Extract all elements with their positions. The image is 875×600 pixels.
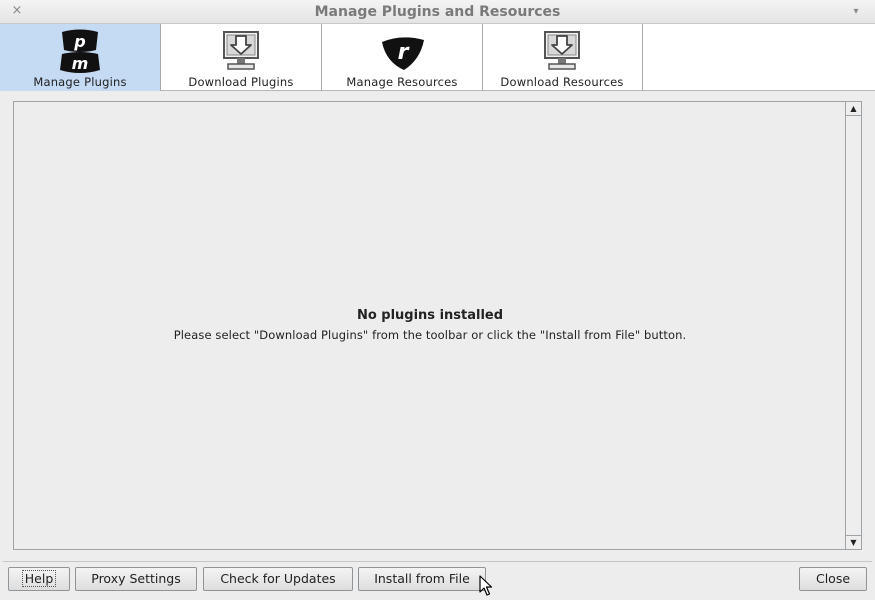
download-icon	[223, 31, 259, 70]
help-button[interactable]: Help	[8, 567, 70, 591]
window-title: Manage Plugins and Resources	[314, 4, 561, 20]
window-menu-icon[interactable]: ▾	[849, 5, 863, 19]
tab-manage-resources[interactable]: r Manage Resources	[322, 24, 483, 91]
download-icon	[544, 31, 580, 70]
tab-label: Download Plugins	[188, 75, 294, 89]
scroll-up-icon[interactable]: ▲	[846, 102, 861, 116]
empty-state-title: No plugins installed	[356, 308, 504, 323]
empty-state-message: Please select "Download Plugins" from th…	[173, 328, 687, 342]
svg-text:p: p	[73, 32, 85, 51]
mouse-cursor-icon	[479, 575, 493, 596]
tab-download-resources[interactable]: Download Resources	[482, 24, 643, 91]
plugin-manager-logo-icon: p m	[60, 29, 100, 73]
scroll-down-icon[interactable]: ▼	[846, 535, 861, 549]
tab-download-plugins[interactable]: Download Plugins	[161, 24, 322, 91]
tab-label: Download Resources	[500, 75, 624, 89]
toolbar: p m Manage Plugins Download Plugins r Ma…	[0, 24, 875, 91]
title-bar: × Manage Plugins and Resources ▾	[0, 0, 875, 24]
proxy-settings-button[interactable]: Proxy Settings	[75, 567, 197, 591]
resource-manager-logo-icon: r	[382, 37, 424, 70]
check-for-updates-button[interactable]: Check for Updates	[203, 567, 353, 591]
vertical-scrollbar[interactable]: ▲ ▼	[845, 102, 861, 549]
plugin-list-panel: No plugins installed Please select "Down…	[13, 101, 862, 550]
tab-label: Manage Plugins	[33, 75, 127, 89]
footer-divider	[3, 561, 872, 562]
help-button-label: Help	[21, 570, 57, 587]
install-from-file-button[interactable]: Install from File	[358, 567, 486, 591]
close-button[interactable]: Close	[799, 567, 867, 591]
svg-text:m: m	[72, 54, 89, 73]
tab-manage-plugins[interactable]: p m Manage Plugins	[0, 24, 161, 91]
svg-text:r: r	[398, 40, 410, 65]
tab-label: Manage Resources	[346, 75, 458, 89]
